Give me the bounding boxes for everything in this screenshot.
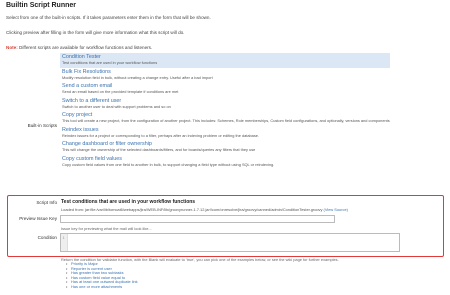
script-item-change-ownership[interactable]: Change dashboard or filter ownership Thi… xyxy=(60,140,390,155)
line-number: 1 xyxy=(62,236,65,240)
condition-editor[interactable]: 1 xyxy=(60,233,400,252)
script-item-copy-custom-field-values[interactable]: Copy custom field values Copy custom fie… xyxy=(60,155,390,170)
script-item-condition-tester[interactable]: Condition Tester Test conditions that ar… xyxy=(60,53,390,68)
line-number-gutter: 1 xyxy=(61,234,68,251)
script-desc: This tool will create a new project, fro… xyxy=(62,118,390,124)
loaded-from-path: Loaded from: jar:file:/var/lib/tomcat6/w… xyxy=(61,207,323,212)
intro-text-2: Clicking preview after filling in the fo… xyxy=(6,30,185,35)
script-desc: Send an email based on the provided temp… xyxy=(62,89,179,95)
condition-label: Condition xyxy=(37,235,57,240)
script-item-reindex-issues[interactable]: Reindex issues Reindex issues for a proj… xyxy=(60,126,390,141)
page-title: Builtin Script Runner xyxy=(6,2,76,9)
note-text: Note: Different scripts are available fo… xyxy=(6,45,152,50)
list-item: • Has one or more attachments xyxy=(66,284,138,290)
preview-issue-key-input[interactable] xyxy=(60,215,335,223)
script-info-loaded-from: Loaded from: jar:file:/var/lib/tomcat6/w… xyxy=(61,207,348,212)
script-info-title: Test conditions that are used in your wo… xyxy=(61,199,196,205)
script-desc: Modify resolution field in bulk, without… xyxy=(62,74,213,80)
builtin-scripts-label: Built-in Scripts xyxy=(27,123,57,128)
script-item-switch-user[interactable]: Switch to a different user Switch to ano… xyxy=(60,97,390,112)
preview-issue-key-help: Issue key for previewing what the mail w… xyxy=(61,226,152,231)
script-item-copy-project[interactable]: Copy project This tool will create a new… xyxy=(60,111,390,126)
script-desc: This will change the ownership of the se… xyxy=(62,147,256,153)
preview-issue-key-label: Preview Issue Key xyxy=(19,216,57,221)
script-info-label: Script Info xyxy=(36,200,57,205)
view-source-link[interactable]: (View Source) xyxy=(324,207,348,212)
examples-list: • Priority is Major • Reporter is current … xyxy=(66,261,138,290)
builtin-scripts-list: Condition Tester Test conditions that ar… xyxy=(60,53,390,169)
note-body: Different scripts are available for work… xyxy=(19,45,153,50)
script-item-send-custom-email[interactable]: Send a custom email Send an email based … xyxy=(60,82,390,97)
script-desc: Copy custom field values from one field … xyxy=(62,161,275,167)
script-desc: Reindex issues for a project or correspo… xyxy=(62,132,260,138)
script-desc: Switch to another user to deal with supp… xyxy=(62,103,171,109)
example-link[interactable]: Has one or more attachments xyxy=(71,284,122,289)
intro-text-1: Select from one of the built-in scripts.… xyxy=(6,15,211,20)
note-label: Note: xyxy=(6,45,18,50)
script-desc: Test conditions that are used in your wo… xyxy=(62,60,158,66)
script-item-bulk-fix-resolutions[interactable]: Bulk Fix Resolutions Modify resolution f… xyxy=(60,68,390,83)
